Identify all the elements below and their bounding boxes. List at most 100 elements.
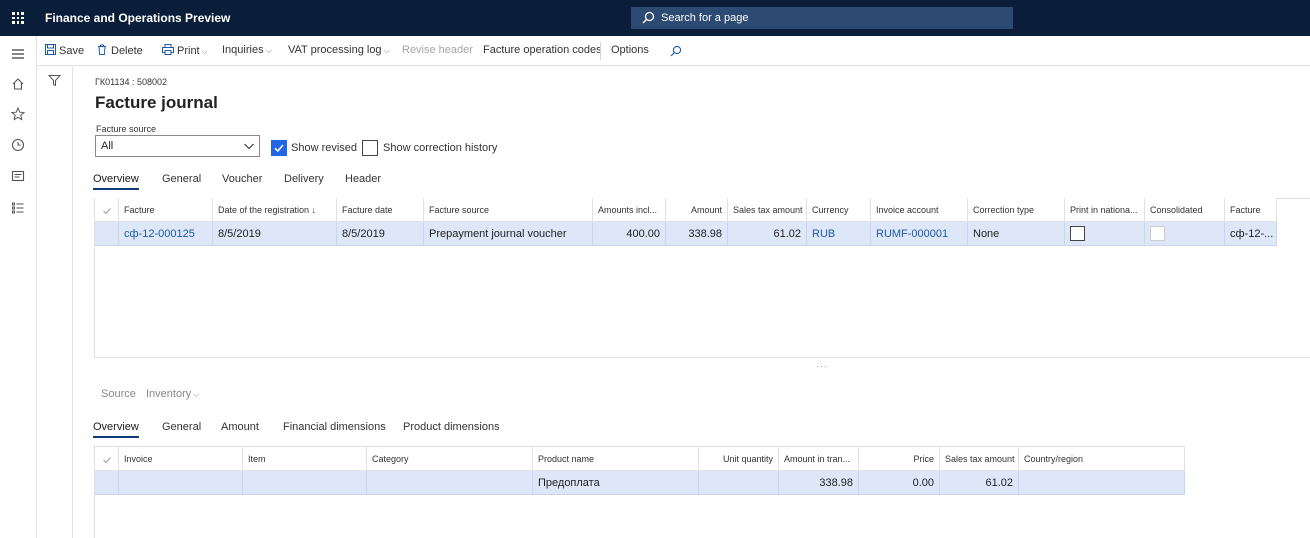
show-correction-history-checkbox[interactable] [362, 140, 378, 156]
select-all-check[interactable] [95, 447, 119, 471]
tab-overview[interactable]: Overview [93, 173, 139, 190]
currency-link[interactable]: RUB [807, 222, 871, 246]
print-in-national-checkbox[interactable] [1070, 225, 1085, 241]
chevron-down-icon: ⌵ [201, 47, 208, 56]
column-header-amount[interactable]: Amount [666, 198, 728, 222]
column-header-product-name[interactable]: Product name [533, 447, 699, 471]
printer-icon [162, 44, 174, 55]
print-menu[interactable]: Print ⌵ [162, 44, 208, 57]
column-header-price[interactable]: Price [859, 447, 940, 471]
hamburger-menu-icon[interactable] [10, 46, 26, 62]
column-header-item[interactable]: Item [243, 447, 367, 471]
source-button[interactable]: Source [101, 388, 136, 400]
facture-date-cell: 8/5/2019 [337, 222, 424, 246]
column-header-amount-in-transaction[interactable]: Amount in tran... [779, 447, 859, 471]
product-name-cell: Предоплата [533, 471, 699, 495]
country-region-cell [1019, 471, 1185, 495]
home-icon[interactable] [10, 76, 26, 92]
select-all-check[interactable] [95, 198, 119, 222]
inventory-label: Inventory [146, 388, 192, 400]
facture-source-dropdown[interactable]: All [95, 135, 260, 157]
print-label: Print [177, 45, 200, 57]
lines-tab-product-dimensions[interactable]: Product dimensions [403, 421, 500, 433]
favorites-star-icon[interactable] [10, 106, 26, 122]
revise-header-button[interactable]: Revise header [402, 44, 473, 56]
recent-clock-icon[interactable] [10, 137, 26, 153]
search-icon[interactable] [670, 45, 682, 57]
chevron-down-icon: ⌵ [265, 46, 272, 55]
inquiries-label: Inquiries [222, 44, 264, 56]
pane-splitter[interactable]: ··· [816, 361, 828, 371]
registration-date-cell: 8/5/2019 [213, 222, 337, 246]
lines-tab-general[interactable]: General [162, 421, 201, 433]
save-icon [45, 44, 56, 55]
grid-header-row: Invoice Item Category Product name Unit … [95, 447, 1185, 471]
invoice-account-link[interactable]: RUMF-000001 [871, 222, 968, 246]
lines-tab-overview[interactable]: Overview [93, 421, 139, 438]
modules-list-icon[interactable] [10, 200, 26, 216]
row-selector[interactable] [95, 222, 119, 246]
checkmark-icon [102, 456, 111, 463]
workspaces-icon[interactable] [10, 168, 26, 184]
chevron-down-icon: ⌵ [193, 390, 200, 399]
tab-general[interactable]: General [162, 173, 201, 185]
column-header-facture-2[interactable]: Facture [1225, 198, 1277, 222]
inventory-menu[interactable]: Inventory ⌵ [146, 388, 199, 400]
invoice-cell [119, 471, 243, 495]
grid-header-row: Facture Date of the registration ↓ Factu… [95, 198, 1277, 222]
facture-source-value: All [101, 140, 114, 152]
inquiries-menu[interactable]: Inquiries ⌵ [222, 44, 272, 56]
lines-grid: Invoice Item Category Product name Unit … [95, 446, 1185, 495]
app-launcher-icon[interactable] [12, 12, 24, 24]
column-header-sales-tax-amount[interactable]: Sales tax amount [728, 198, 807, 222]
show-revised-label: Show revised [291, 142, 358, 154]
navigation-rail [0, 36, 37, 538]
column-header-invoice[interactable]: Invoice [119, 447, 243, 471]
facture-source-cell: Prepayment journal voucher [424, 222, 593, 246]
column-header-consolidated[interactable]: Consolidated [1145, 198, 1225, 222]
column-header-amounts-incl[interactable]: Amounts incl... [593, 198, 666, 222]
facture-operation-codes-button[interactable]: Facture operation codes [483, 44, 602, 56]
filter-icon[interactable] [48, 74, 61, 87]
facture-grid: Facture Date of the registration ↓ Factu… [95, 198, 1277, 246]
column-header-currency[interactable]: Currency [807, 198, 871, 222]
vat-processing-log-menu[interactable]: VAT processing log ⌵ [288, 44, 390, 56]
delete-button[interactable]: Delete [97, 44, 143, 57]
save-button[interactable]: Save [45, 44, 84, 57]
page-search-box[interactable]: Search for a page [631, 7, 1013, 29]
column-header-correction-type[interactable]: Correction type [968, 198, 1065, 222]
column-header-facture-source[interactable]: Facture source [424, 198, 593, 222]
column-header-unit-quantity[interactable]: Unit quantity [699, 447, 779, 471]
column-header-country-region[interactable]: Country/region [1019, 447, 1185, 471]
show-correction-history-label: Show correction history [383, 142, 498, 154]
amounts-incl-cell: 400.00 [593, 222, 666, 246]
column-header-facture-date[interactable]: Facture date [337, 198, 424, 222]
options-button[interactable]: Options [611, 44, 649, 56]
tab-delivery[interactable]: Delivery [284, 173, 324, 185]
search-placeholder: Search for a page [661, 12, 749, 24]
facture-link[interactable]: сф-12-000125 [119, 222, 213, 246]
lines-tab-financial-dimensions[interactable]: Financial dimensions [283, 421, 386, 433]
vat-log-label: VAT processing log [288, 44, 382, 56]
column-header-category[interactable]: Category [367, 447, 533, 471]
chevron-down-icon: ⌵ [383, 46, 390, 55]
page-title: Facture journal [95, 93, 218, 112]
tab-header[interactable]: Header [345, 173, 381, 185]
column-header-sales-tax-amount[interactable]: Sales tax amount [940, 447, 1019, 471]
column-header-print-in-national[interactable]: Print in nationa... [1065, 198, 1145, 222]
table-row[interactable]: Предоплата 338.98 0.00 61.02 [95, 471, 1185, 495]
table-row[interactable]: сф-12-000125 8/5/2019 8/5/2019 Prepaymen… [95, 222, 1277, 246]
chevron-down-icon [244, 143, 254, 150]
tab-voucher[interactable]: Voucher [222, 173, 262, 185]
price-cell: 0.00 [859, 471, 940, 495]
facture-source-label: Facture source [96, 124, 157, 134]
amount-cell: 338.98 [666, 222, 728, 246]
top-bar: Finance and Operations Preview Search fo… [0, 0, 1310, 36]
breadcrumb: ГК01134 : 508002 [95, 77, 168, 87]
row-selector[interactable] [95, 471, 119, 495]
column-header-registration-date[interactable]: Date of the registration ↓ [213, 198, 337, 222]
lines-tab-amount[interactable]: Amount [221, 421, 259, 433]
show-revised-checkbox[interactable] [271, 140, 287, 156]
column-header-facture[interactable]: Facture [119, 198, 213, 222]
column-header-invoice-account[interactable]: Invoice account [871, 198, 968, 222]
